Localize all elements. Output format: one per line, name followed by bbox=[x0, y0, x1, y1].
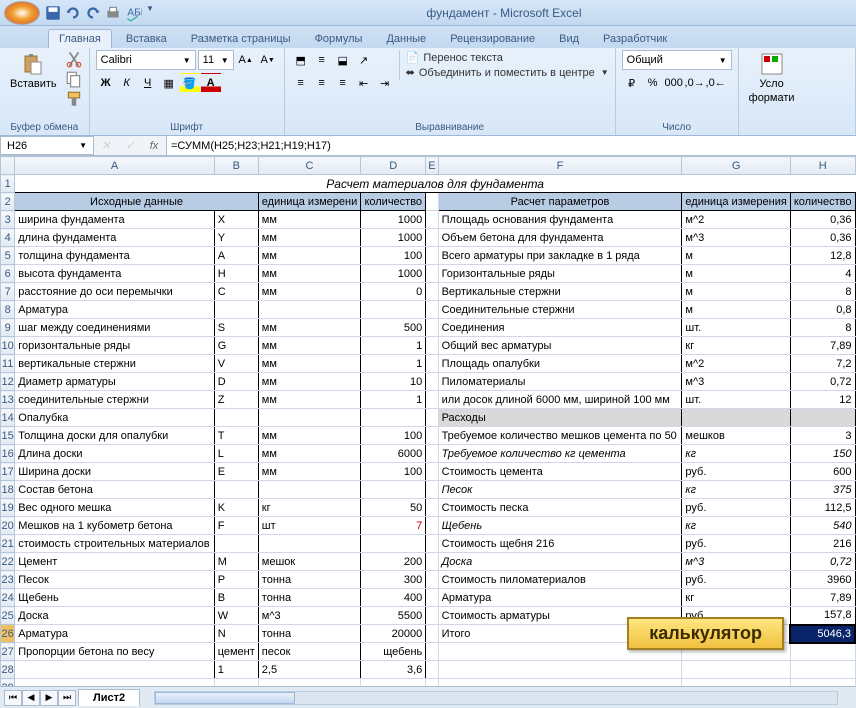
redo-icon[interactable] bbox=[84, 4, 102, 22]
prev-sheet-icon[interactable]: ◀ bbox=[22, 690, 40, 706]
align-bottom-icon[interactable]: ⬓ bbox=[333, 50, 353, 70]
fx-icon[interactable]: fx bbox=[142, 136, 166, 155]
increase-decimal-icon[interactable]: ,0→ bbox=[685, 73, 705, 93]
group-number: Общий▼ ₽ % 000 ,0→ ,0← Число bbox=[616, 48, 739, 135]
number-format-combo[interactable]: Общий▼ bbox=[622, 50, 732, 70]
cancel-icon[interactable]: ✕ bbox=[94, 136, 118, 155]
border-icon[interactable]: ▦ bbox=[159, 73, 179, 93]
decrease-decimal-icon[interactable]: ,0← bbox=[706, 73, 726, 93]
next-sheet-icon[interactable]: ▶ bbox=[40, 690, 58, 706]
tab-formulas[interactable]: Формулы bbox=[305, 30, 373, 48]
font-name-combo[interactable]: Calibri▼ bbox=[96, 50, 196, 70]
paste-icon bbox=[21, 52, 45, 76]
merge-center-button[interactable]: ⬌Объединить и поместить в центре▼ bbox=[406, 65, 609, 80]
increase-indent-icon[interactable]: ⇥ bbox=[375, 73, 395, 93]
ribbon-tabs: Главная Вставка Разметка страницы Формул… bbox=[0, 26, 856, 48]
align-center-icon[interactable]: ≡ bbox=[312, 73, 332, 93]
format-painter-icon[interactable] bbox=[65, 90, 83, 108]
align-right-icon[interactable]: ≡ bbox=[333, 73, 353, 93]
ribbon: Вставить Буфер обмена Calibri▼ 11▼ A▲ A▼… bbox=[0, 48, 856, 136]
wrap-text-icon: 📄 bbox=[406, 51, 420, 64]
tab-data[interactable]: Данные bbox=[376, 30, 436, 48]
calculator-button[interactable]: калькулятор bbox=[627, 617, 784, 650]
tab-view[interactable]: Вид bbox=[549, 30, 589, 48]
align-top-icon[interactable]: ⬒ bbox=[291, 50, 311, 70]
svg-text:AБВ: AБВ bbox=[127, 7, 142, 18]
formula-bar: H26▼ ✕ ✓ fx bbox=[0, 136, 856, 156]
merge-icon: ⬌ bbox=[406, 66, 415, 79]
group-font: Calibri▼ 11▼ A▲ A▼ Ж К Ч ▦ 🪣 A Шрифт bbox=[90, 48, 285, 135]
title-bar: AБВ ▼ фундамент - Microsoft Excel bbox=[0, 0, 856, 26]
bold-icon[interactable]: Ж bbox=[96, 73, 116, 93]
copy-icon[interactable] bbox=[65, 70, 83, 88]
spreadsheet-grid[interactable]: ABCDEFGH1Расчет материалов для фундамент… bbox=[0, 156, 856, 686]
tab-page-layout[interactable]: Разметка страницы bbox=[181, 30, 301, 48]
sheet-tab-active[interactable]: Лист2 bbox=[78, 689, 140, 706]
currency-icon[interactable]: ₽ bbox=[622, 73, 642, 93]
shrink-font-icon[interactable]: A▼ bbox=[258, 50, 278, 70]
office-button[interactable] bbox=[4, 1, 40, 25]
formula-input[interactable] bbox=[167, 136, 856, 155]
qat-dropdown-icon[interactable]: ▼ bbox=[144, 4, 156, 22]
wrap-text-button[interactable]: 📄Перенос текста bbox=[406, 50, 609, 65]
cut-icon[interactable] bbox=[65, 50, 83, 68]
underline-icon[interactable]: Ч bbox=[138, 73, 158, 93]
comma-icon[interactable]: 000 bbox=[664, 73, 684, 93]
italic-icon[interactable]: К bbox=[117, 73, 137, 93]
name-box[interactable]: H26▼ bbox=[0, 136, 94, 155]
tab-developer[interactable]: Разработчик bbox=[593, 30, 677, 48]
font-size-combo[interactable]: 11▼ bbox=[198, 50, 234, 70]
first-sheet-icon[interactable]: ⏮ bbox=[4, 690, 22, 706]
percent-icon[interactable]: % bbox=[643, 73, 663, 93]
spell-check-icon[interactable]: AБВ bbox=[124, 4, 142, 22]
conditional-format-button[interactable]: Усло формати bbox=[745, 50, 799, 106]
font-color-icon[interactable]: A bbox=[201, 73, 221, 93]
fill-color-icon[interactable]: 🪣 bbox=[180, 73, 200, 93]
decrease-indent-icon[interactable]: ⇤ bbox=[354, 73, 374, 93]
sheet-tab-bar: ⏮ ◀ ▶ ⏭ Лист2 bbox=[0, 686, 856, 708]
tab-review[interactable]: Рецензирование bbox=[440, 30, 545, 48]
last-sheet-icon[interactable]: ⏭ bbox=[58, 690, 76, 706]
undo-icon[interactable] bbox=[64, 4, 82, 22]
quick-access-toolbar: AБВ ▼ bbox=[44, 4, 156, 22]
group-clipboard: Вставить Буфер обмена bbox=[0, 48, 90, 135]
enter-icon[interactable]: ✓ bbox=[118, 136, 142, 155]
align-middle-icon[interactable]: ≡ bbox=[312, 50, 332, 70]
orientation-icon[interactable]: ↗ bbox=[354, 50, 374, 70]
conditional-format-icon bbox=[760, 52, 784, 76]
save-icon[interactable] bbox=[44, 4, 62, 22]
tab-insert[interactable]: Вставка bbox=[116, 30, 177, 48]
group-styles: Усло формати bbox=[739, 48, 856, 135]
tab-home[interactable]: Главная bbox=[48, 29, 112, 48]
paste-button[interactable]: Вставить bbox=[6, 50, 61, 92]
print-icon[interactable] bbox=[104, 4, 122, 22]
align-left-icon[interactable]: ≡ bbox=[291, 73, 311, 93]
horizontal-scrollbar[interactable] bbox=[154, 691, 838, 705]
grow-font-icon[interactable]: A▲ bbox=[236, 50, 256, 70]
group-alignment: ⬒ ≡ ⬓ ↗ ≡ ≡ ≡ ⇤ ⇥ 📄Перенос текста ⬌Объед… bbox=[285, 48, 616, 135]
window-title: фундамент - Microsoft Excel bbox=[156, 6, 852, 20]
